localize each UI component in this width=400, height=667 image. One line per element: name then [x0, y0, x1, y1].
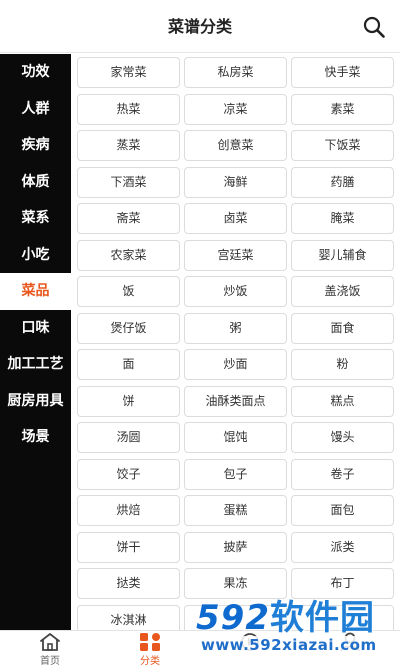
subcategory-button[interactable]: 卤菜	[184, 203, 287, 234]
profile-icon	[340, 632, 360, 652]
home-icon	[40, 633, 60, 651]
sidebar-item[interactable]: 加工工艺	[0, 346, 71, 383]
subcategory-button[interactable]: 海鲜	[184, 166, 287, 198]
subcategory-button[interactable]	[184, 604, 287, 630]
subcategory-button[interactable]: 腌菜	[291, 203, 394, 234]
subcategory-button[interactable]: 快手菜	[291, 57, 394, 88]
subcategory-button[interactable]: 披萨	[184, 531, 287, 563]
subcategory-button[interactable]: 粉	[291, 349, 394, 380]
tab-category[interactable]: 分类	[100, 631, 200, 667]
subcategory-button[interactable]: 饼	[77, 385, 180, 417]
subcategory-button[interactable]: 煲仔饭	[77, 312, 180, 344]
subcategory-button[interactable]: 私房菜	[184, 57, 287, 88]
tab-label: 分类	[140, 656, 160, 667]
subcategory-button[interactable]: 宫廷菜	[184, 239, 287, 271]
subcategory-button[interactable]: 饼干	[77, 531, 180, 563]
subcategory-grid: 家常菜 私房菜 快手菜热菜 凉菜 素菜蒸菜 创意菜 下饭菜下酒菜 海鲜 药膳斋菜 卤菜 腌菜农家菜宫…	[71, 54, 400, 630]
subcategory-button[interactable]: 粥	[184, 312, 287, 344]
subcategory-button[interactable]: 蒸菜	[77, 130, 180, 161]
subcategory-button[interactable]: 凉菜	[184, 93, 287, 125]
page-title: 菜谱分类	[167, 17, 232, 36]
sidebar-item[interactable]: 功效	[0, 54, 71, 91]
subcategory-button[interactable]: 下酒菜	[77, 166, 180, 198]
subcategory-button[interactable]: 馒头	[291, 422, 394, 453]
header: 菜谱分类	[0, 0, 400, 53]
subcategory-button[interactable]: 冰淇淋	[77, 604, 180, 630]
sidebar-item[interactable]: 疾病	[0, 127, 71, 164]
sidebar-item[interactable]: 小吃	[0, 237, 71, 274]
subcategory-button[interactable]: 卷子	[291, 458, 394, 490]
subcategory-button[interactable]: 派类	[291, 531, 394, 563]
subcategory-button[interactable]: 下饭菜	[291, 130, 394, 161]
subcategory-button[interactable]: 农家菜	[77, 239, 180, 271]
subcategory-button[interactable]: 面	[77, 349, 180, 380]
subcategory-button[interactable]: 糕点	[291, 385, 394, 417]
subcategory-button[interactable]: 饺子	[77, 458, 180, 490]
subcategory-button[interactable]: 盖浇饭	[291, 276, 394, 307]
subcategory-button[interactable]: 饭	[77, 276, 180, 307]
tab-profile[interactable]	[300, 631, 400, 667]
sidebar-item[interactable]: 厨房用具	[0, 383, 71, 420]
subcategory-button[interactable]: 包子	[184, 458, 287, 490]
subcategory-button[interactable]: 素菜	[291, 93, 394, 125]
sidebar-item[interactable]: 人群	[0, 91, 71, 128]
subcategory-button[interactable]: 油酥类面点	[184, 385, 287, 417]
subcategory-button[interactable]: 面包	[291, 495, 394, 526]
subcategory-button[interactable]: 炒饭	[184, 276, 287, 307]
subcategory-button[interactable]: 家常菜	[77, 57, 180, 88]
subcategory-button[interactable]: 斋菜	[77, 203, 180, 234]
sidebar-item[interactable]: 菜品	[0, 273, 71, 310]
tab-home[interactable]: 首页	[0, 631, 100, 667]
tab-video[interactable]	[200, 631, 300, 667]
sidebar-item[interactable]: 菜系	[0, 200, 71, 237]
tab-label: 首页	[40, 656, 60, 667]
subcategory-button[interactable]: 挞类	[77, 568, 180, 599]
subcategory-button[interactable]	[291, 604, 394, 630]
subcategory-button[interactable]: 布丁	[291, 568, 394, 599]
video-icon	[241, 633, 259, 651]
sidebar-item[interactable]: 场景	[0, 419, 71, 456]
subcategory-button[interactable]: 汤圆	[77, 422, 180, 453]
sidebar-item[interactable]: 体质	[0, 164, 71, 201]
category-icon	[140, 633, 160, 651]
subcategory-button[interactable]: 烘焙	[77, 495, 180, 526]
subcategory-button[interactable]: 热菜	[77, 93, 180, 125]
subcategory-button[interactable]: 蛋糕	[184, 495, 287, 526]
search-icon[interactable]	[362, 15, 386, 39]
subcategory-button[interactable]: 婴儿辅食	[291, 239, 394, 271]
subcategory-button[interactable]: 面食	[291, 312, 394, 344]
subcategory-button[interactable]: 果冻	[184, 568, 287, 599]
subcategory-button[interactable]: 药膳	[291, 166, 394, 198]
subcategory-button[interactable]: 馄饨	[184, 422, 287, 453]
sidebar-item[interactable]: 口味	[0, 310, 71, 347]
bottom-tab-bar: 首页 分类	[0, 630, 400, 667]
subcategory-button[interactable]: 炒面	[184, 349, 287, 380]
subcategory-button[interactable]: 创意菜	[184, 130, 287, 161]
category-sidebar: 功效 人群 疾病 体质 菜系 小吃 菜品 口味 加工工艺 厨房用具 场景	[0, 54, 71, 630]
